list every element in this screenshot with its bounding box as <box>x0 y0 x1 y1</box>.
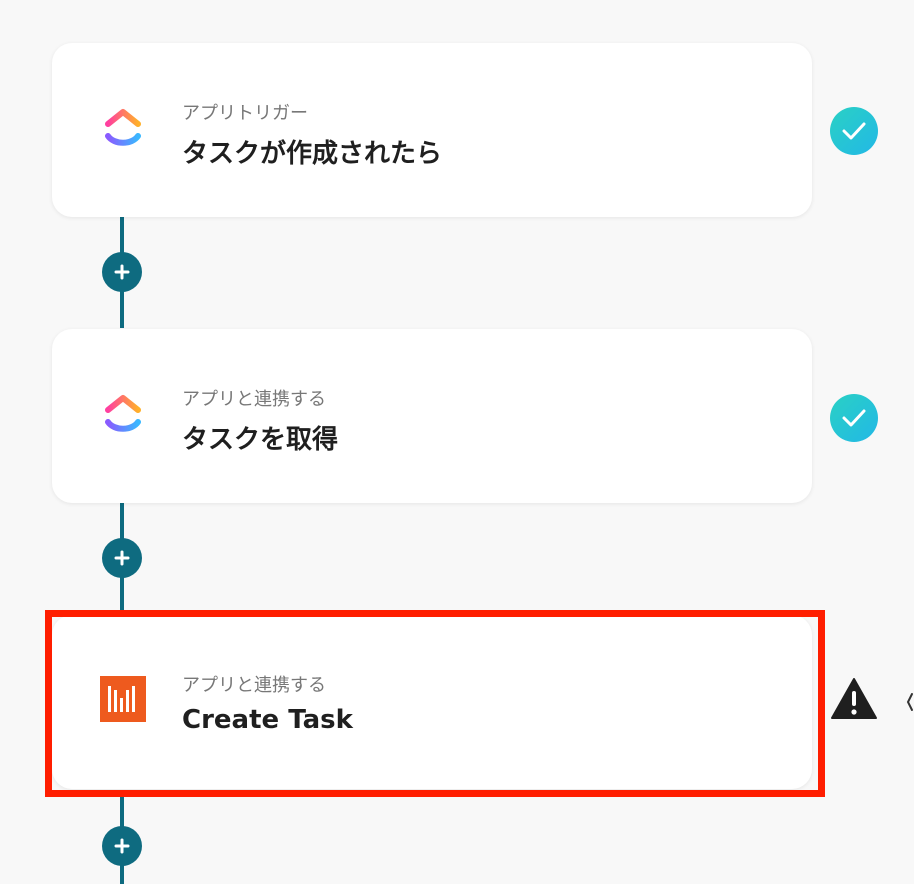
flow-step-card-trigger[interactable]: アプリトリガー タスクが作成されたら <box>52 43 812 217</box>
plus-icon <box>114 838 130 854</box>
step-title: タスクが作成されたら <box>182 139 443 169</box>
flow-step-card-create-task[interactable]: アプリと連携する Create Task <box>52 615 812 789</box>
plus-icon <box>114 550 130 566</box>
step-subtitle: アプリトリガー <box>182 103 308 124</box>
warning-triangle-icon <box>831 678 877 719</box>
add-step-button[interactable] <box>102 826 142 866</box>
add-step-button[interactable] <box>102 538 142 578</box>
check-circle-icon <box>830 394 878 442</box>
edge-partial-icon <box>906 693 913 711</box>
flow-step-card-get-task[interactable]: アプリと連携する タスクを取得 <box>52 329 812 503</box>
add-step-button[interactable] <box>102 252 142 292</box>
step-subtitle: アプリと連携する <box>182 675 326 696</box>
step-title: Create Task <box>182 705 353 735</box>
plus-icon <box>114 264 130 280</box>
step-title: タスクを取得 <box>182 425 339 455</box>
hive-icon <box>100 676 146 722</box>
step-subtitle: アプリと連携する <box>182 389 326 410</box>
clickup-icon <box>105 109 141 146</box>
clickup-icon <box>105 395 141 432</box>
check-circle-icon <box>830 107 878 155</box>
